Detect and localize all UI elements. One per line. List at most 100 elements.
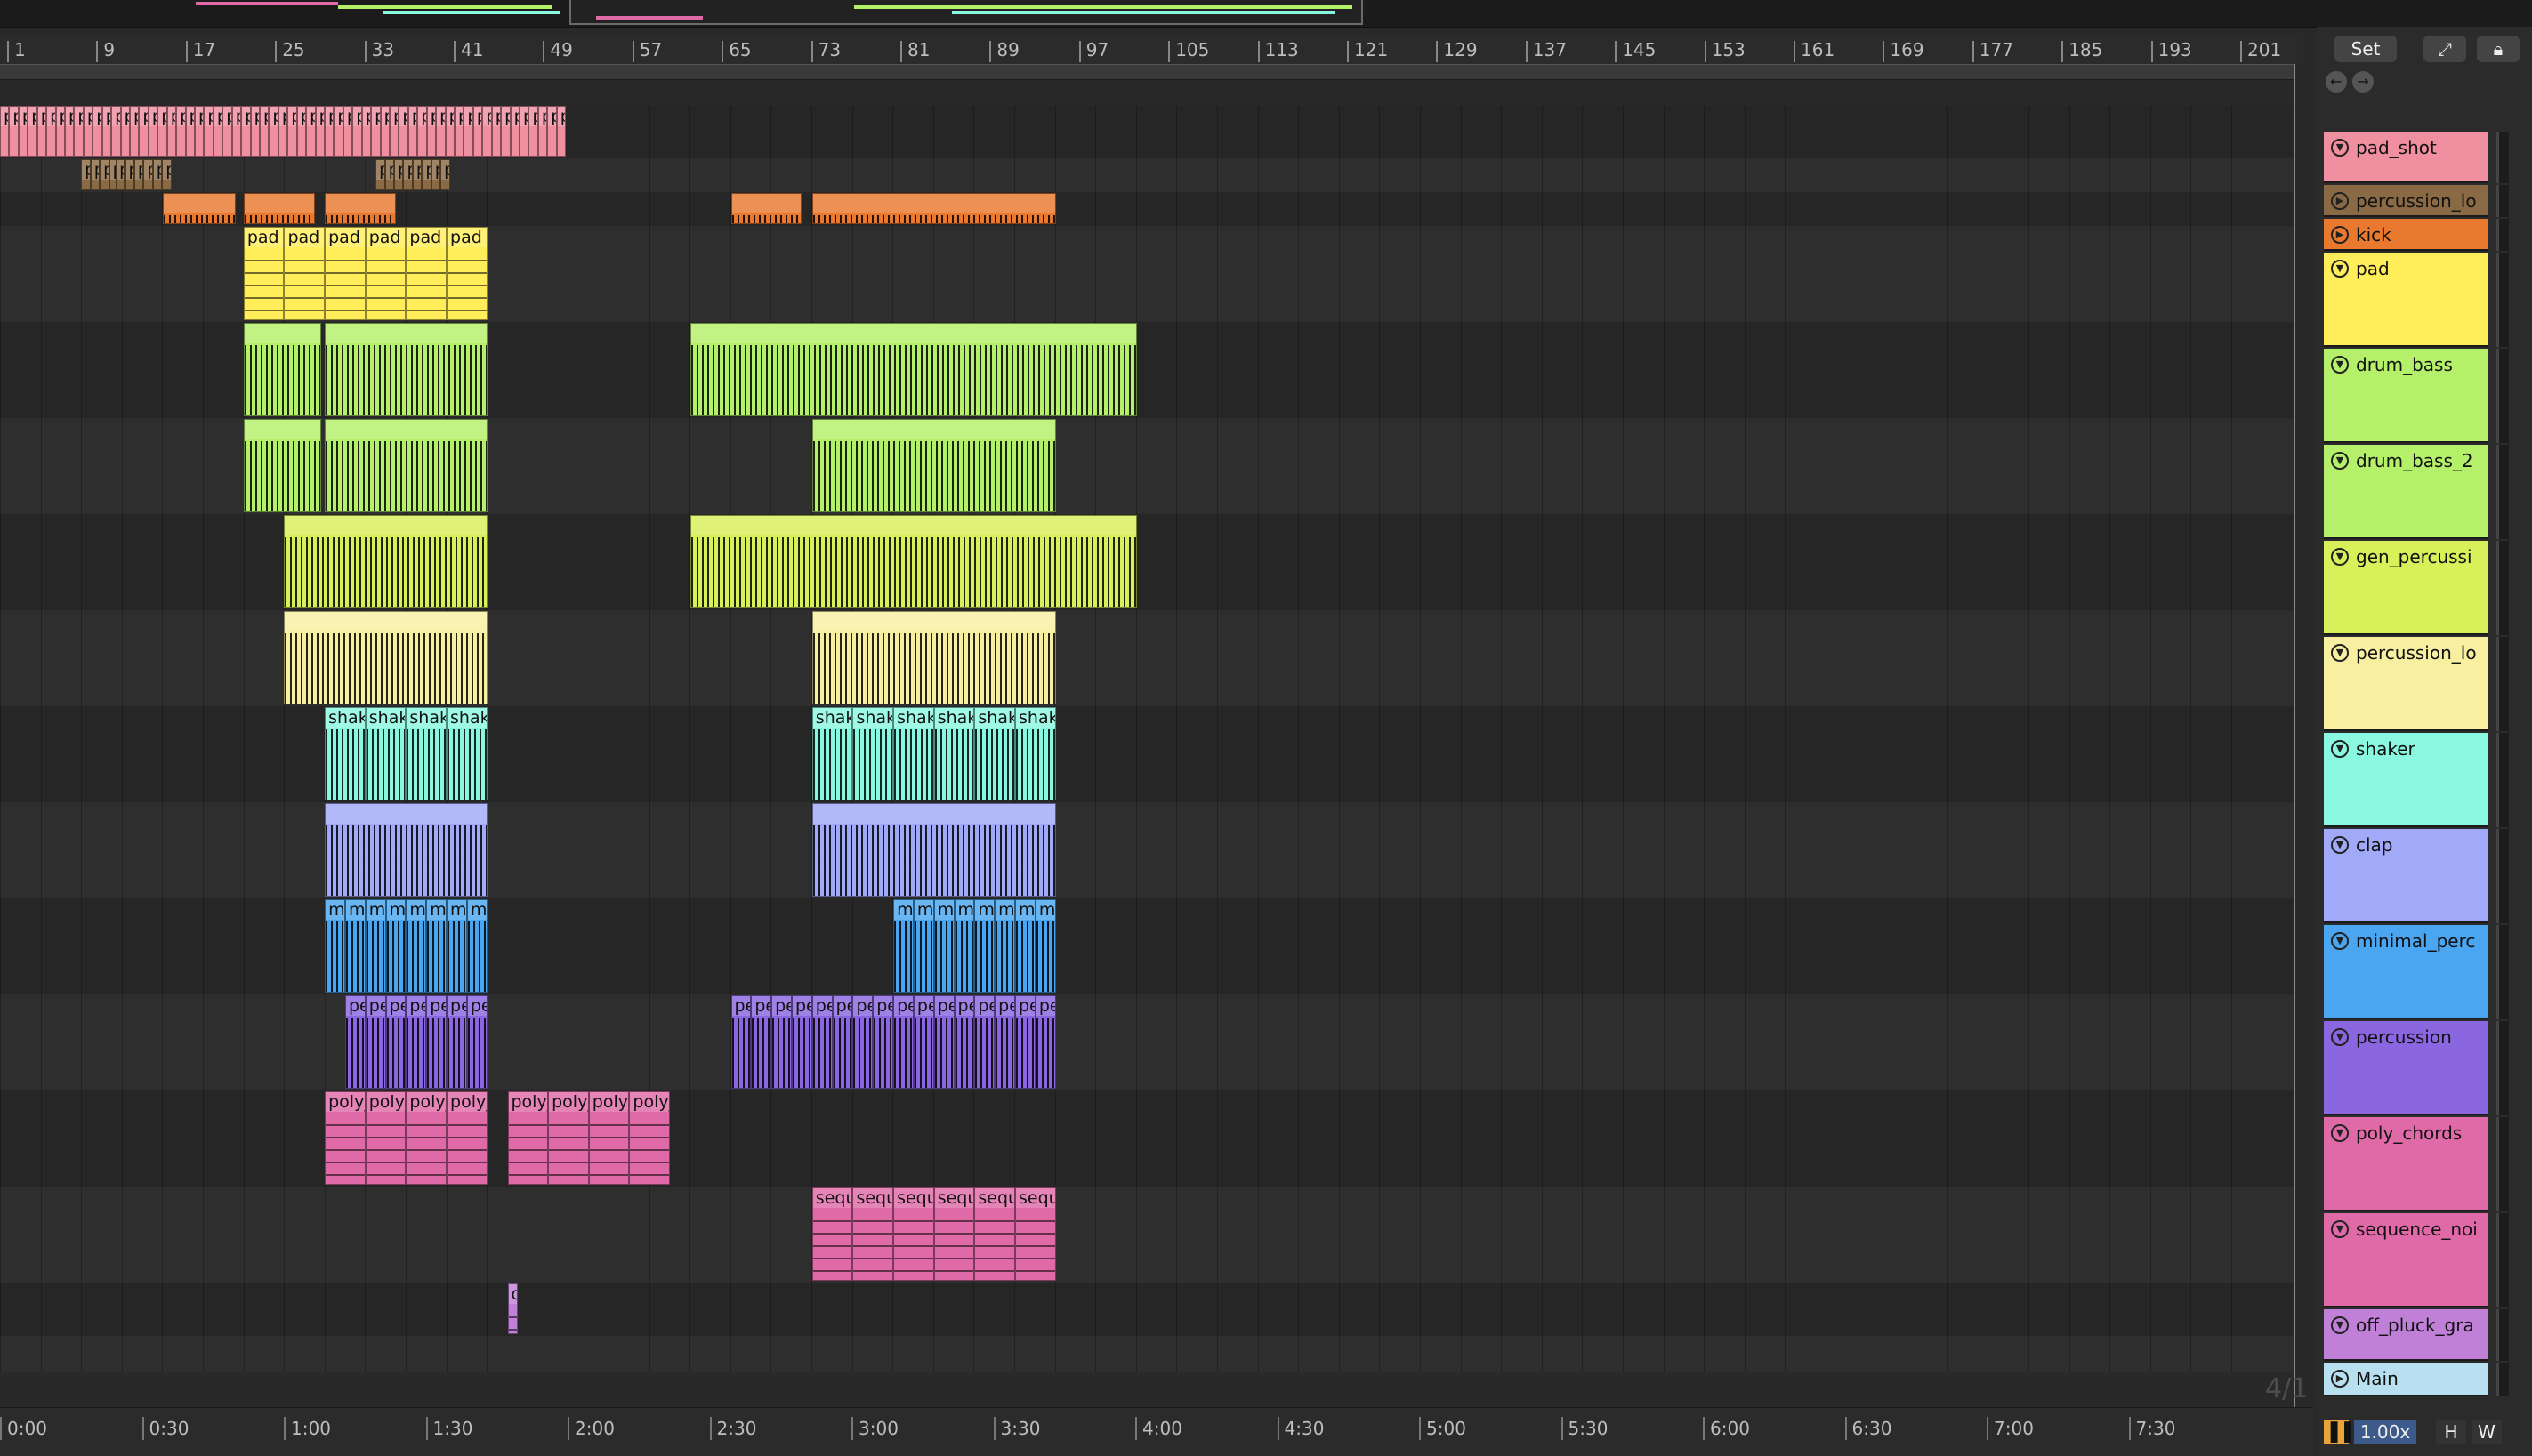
clip[interactable]: pad bbox=[390, 106, 399, 157]
clip[interactable]: pad bbox=[287, 106, 297, 157]
clip[interactable]: pad bbox=[65, 106, 75, 157]
clip[interactable]: percussi bbox=[81, 159, 91, 190]
track-lane[interactable] bbox=[0, 1336, 2295, 1372]
clip[interactable]: pad bbox=[111, 106, 121, 157]
clip[interactable]: pad bbox=[537, 106, 548, 157]
triangle-down-icon[interactable]: ▼ bbox=[2331, 932, 2349, 950]
track-name[interactable]: poly_chords bbox=[2356, 1122, 2486, 1144]
clip[interactable]: mini bbox=[447, 899, 467, 993]
zoom-level[interactable]: 1.00x bbox=[2354, 1420, 2416, 1444]
clip[interactable]: perc bbox=[426, 995, 448, 1089]
track-lane[interactable] bbox=[0, 1283, 2295, 1338]
clip[interactable]: sequence bbox=[811, 1187, 853, 1281]
clip[interactable]: pad bbox=[9, 106, 19, 157]
clip[interactable]: pad bbox=[241, 106, 251, 157]
clip[interactable]: pad bbox=[426, 106, 437, 157]
clip[interactable] bbox=[162, 193, 236, 224]
track-header[interactable]: ▶ Main bbox=[2324, 1363, 2488, 1396]
clip[interactable]: percussi bbox=[403, 159, 413, 190]
triangle-down-icon[interactable]: ▶ bbox=[2331, 192, 2349, 210]
clip[interactable] bbox=[811, 803, 1056, 897]
clip[interactable]: perc bbox=[954, 995, 975, 1089]
clip[interactable]: pad bbox=[284, 227, 326, 320]
triangle-down-icon[interactable]: ▼ bbox=[2331, 836, 2349, 854]
clip[interactable]: shaker bbox=[325, 707, 366, 800]
triangle-down-icon[interactable]: ▼ bbox=[2331, 1028, 2349, 1046]
triangle-down-icon[interactable]: ▼ bbox=[2331, 139, 2349, 157]
clip[interactable]: pad bbox=[406, 227, 448, 320]
arrow-right-icon[interactable]: → bbox=[2352, 71, 2374, 93]
clip[interactable]: shaker bbox=[974, 707, 1015, 800]
clip[interactable]: sequence bbox=[1015, 1187, 1056, 1281]
clip[interactable]: pad bbox=[296, 106, 307, 157]
track-header[interactable]: ▼ off_pluck_gra bbox=[2324, 1309, 2488, 1361]
clip[interactable]: perc bbox=[913, 995, 934, 1089]
clip[interactable]: pad bbox=[74, 106, 84, 157]
track-header[interactable]: ▼ drum_bass bbox=[2324, 349, 2488, 443]
clip[interactable]: perc bbox=[1035, 995, 1056, 1089]
clip[interactable]: pad bbox=[380, 106, 390, 157]
clip[interactable]: pad bbox=[130, 106, 140, 157]
clip[interactable]: pad bbox=[325, 227, 366, 320]
clip[interactable]: mini bbox=[893, 899, 914, 993]
clip[interactable]: pad bbox=[269, 106, 278, 157]
clip[interactable]: pad bbox=[176, 106, 186, 157]
clip[interactable]: mini bbox=[933, 899, 955, 993]
clip[interactable]: pad bbox=[55, 106, 65, 157]
track-name[interactable]: pad bbox=[2356, 258, 2486, 279]
triangle-down-icon[interactable]: ▼ bbox=[2331, 548, 2349, 566]
lock-icon[interactable]: 🔒︎ bbox=[2477, 36, 2520, 62]
triangle-down-icon[interactable]: ▼ bbox=[2331, 356, 2349, 374]
arrangement-view[interactable]: padpadpadpadpadpadpadpadpadpadpadpadpadp… bbox=[0, 78, 2295, 1372]
clip[interactable]: perc bbox=[466, 995, 488, 1089]
clip[interactable]: mini bbox=[974, 899, 996, 993]
track-name[interactable]: Main bbox=[2356, 1368, 2486, 1389]
clip[interactable]: pad bbox=[222, 106, 232, 157]
clip[interactable]: mini bbox=[1035, 899, 1056, 993]
track-header[interactable]: ▼ pad bbox=[2324, 253, 2488, 347]
clip[interactable]: sequence bbox=[974, 1187, 1015, 1281]
clip[interactable]: mini bbox=[385, 899, 407, 993]
clip[interactable] bbox=[284, 515, 488, 608]
clip[interactable]: mini bbox=[954, 899, 975, 993]
clip[interactable] bbox=[325, 419, 488, 512]
clip[interactable]: pad bbox=[46, 106, 56, 157]
track-name[interactable]: shaker bbox=[2356, 738, 2486, 760]
clip[interactable]: pad bbox=[365, 227, 407, 320]
clip[interactable]: percussi bbox=[384, 159, 395, 190]
clip[interactable]: pad bbox=[528, 106, 538, 157]
clip[interactable]: perc bbox=[1015, 995, 1036, 1089]
track-name[interactable]: drum_bass_2 bbox=[2356, 450, 2486, 471]
track-header[interactable]: ▼ drum_bass_2 bbox=[2324, 445, 2488, 539]
track-header[interactable]: ▼ pad_shot bbox=[2324, 132, 2488, 183]
clip[interactable]: pad bbox=[306, 106, 316, 157]
track-header[interactable]: ▼ minimal_perc bbox=[2324, 925, 2488, 1019]
clip[interactable] bbox=[284, 611, 488, 704]
clip[interactable]: pad bbox=[204, 106, 214, 157]
clip[interactable]: perc bbox=[406, 995, 427, 1089]
clip[interactable]: perc bbox=[811, 995, 833, 1089]
clip[interactable]: pad bbox=[361, 106, 372, 157]
track-header[interactable]: ▶ percussion_lo bbox=[2324, 185, 2488, 217]
clip[interactable] bbox=[325, 193, 396, 224]
clip[interactable]: perc bbox=[933, 995, 955, 1089]
triangle-down-icon[interactable]: ▶ bbox=[2331, 1370, 2349, 1388]
clip[interactable] bbox=[243, 193, 315, 224]
clip[interactable]: percussi bbox=[431, 159, 441, 190]
clip[interactable]: poly_cho bbox=[548, 1091, 589, 1185]
clip[interactable]: shaker bbox=[365, 707, 407, 800]
clip[interactable]: poly_cho bbox=[507, 1091, 549, 1185]
clip[interactable]: shaker bbox=[1015, 707, 1056, 800]
overview-strip[interactable] bbox=[0, 0, 2532, 28]
expand-arrows-icon[interactable]: ⤢ bbox=[2423, 36, 2466, 62]
clip[interactable]: mini bbox=[365, 899, 386, 993]
clip[interactable]: percussi bbox=[152, 159, 163, 190]
clip[interactable]: pad bbox=[455, 106, 464, 157]
clip[interactable]: pad bbox=[417, 106, 427, 157]
clip[interactable] bbox=[243, 419, 321, 512]
clip[interactable]: pad bbox=[231, 106, 242, 157]
clip[interactable]: poly_cho bbox=[447, 1091, 488, 1185]
w-button[interactable]: W bbox=[2472, 1420, 2502, 1444]
clip[interactable]: pad bbox=[83, 106, 93, 157]
clip[interactable]: perc bbox=[730, 995, 752, 1089]
